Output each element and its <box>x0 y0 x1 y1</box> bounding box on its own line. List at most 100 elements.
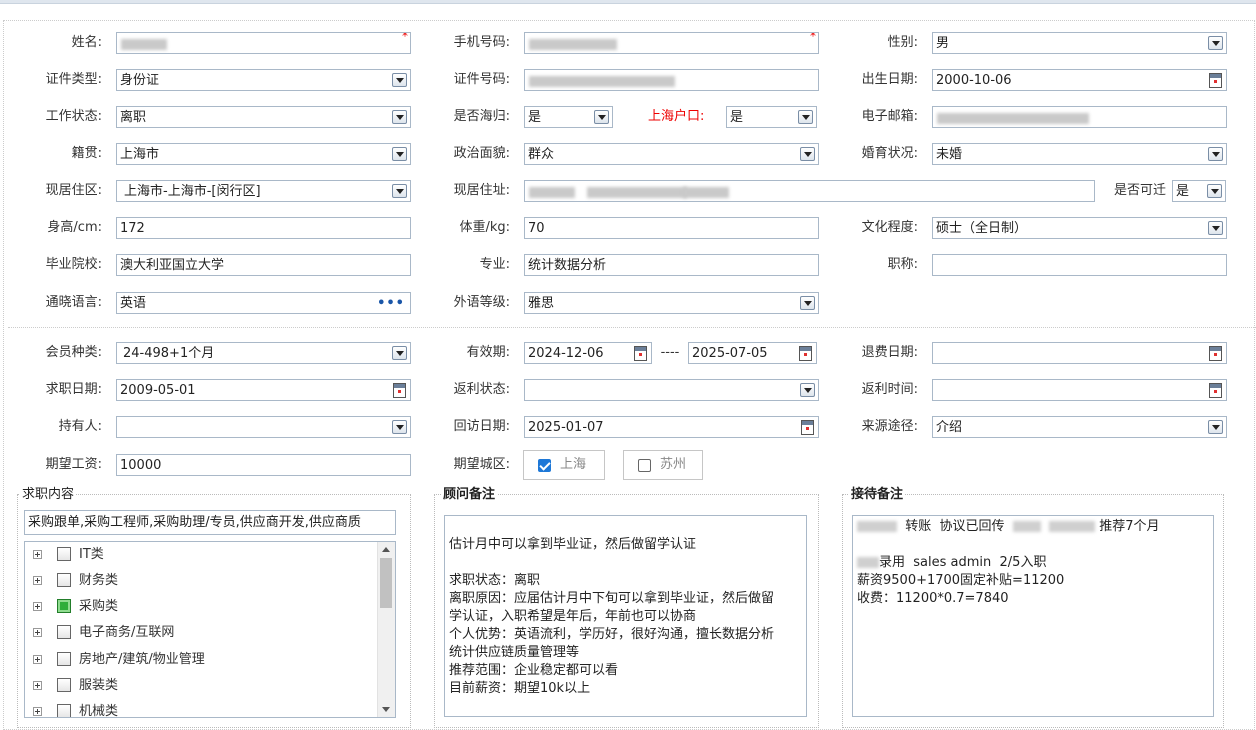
chevron-down-icon[interactable] <box>392 346 407 360</box>
tree-item[interactable]: 服装类 <box>25 673 377 699</box>
gender-select[interactable]: 男 <box>932 32 1227 54</box>
title-field[interactable] <box>932 254 1227 276</box>
chevron-down-icon[interactable] <box>392 420 407 434</box>
membership-label: 会员种类: <box>45 345 102 360</box>
more-options-icon[interactable]: ••• <box>377 293 405 313</box>
hukou-select[interactable]: 是 <box>726 106 817 128</box>
scroll-up-icon[interactable] <box>382 547 390 552</box>
chevron-down-icon[interactable] <box>1208 420 1223 434</box>
scroll-down-icon[interactable] <box>382 707 390 712</box>
returnee-select[interactable]: 是 <box>524 106 613 128</box>
chevron-down-icon[interactable] <box>800 147 815 161</box>
rebate-status-select[interactable] <box>524 379 819 401</box>
valid-from-field[interactable]: 2024-12-06 <box>524 342 652 364</box>
marital-select[interactable]: 未婚 <box>932 143 1227 165</box>
calendar-icon[interactable] <box>801 420 814 435</box>
email-field[interactable] <box>932 106 1227 128</box>
job-summary-field[interactable]: 采购跟单,采购工程师,采购助理/专员,供应商开发,供应商质 <box>24 510 396 535</box>
expand-icon[interactable] <box>33 550 42 559</box>
chevron-down-icon[interactable] <box>1208 147 1223 161</box>
calendar-icon[interactable] <box>799 346 812 361</box>
phone-field[interactable]: * <box>524 32 819 54</box>
rebate-time-field[interactable] <box>932 379 1227 401</box>
height-label: 身高/cm: <box>47 220 102 235</box>
chevron-down-icon[interactable] <box>392 110 407 124</box>
education-select[interactable]: 硕士（全日制） <box>932 217 1227 239</box>
chevron-down-icon[interactable] <box>800 383 815 397</box>
checkbox-unchecked-icon[interactable] <box>57 573 71 587</box>
redacted-text <box>529 187 575 198</box>
source-select[interactable]: 介绍 <box>932 416 1227 438</box>
address-field[interactable] <box>524 180 1095 202</box>
calendar-icon[interactable] <box>1209 346 1222 361</box>
calendar-icon[interactable] <box>634 346 647 361</box>
checkbox-unchecked-icon[interactable] <box>57 652 71 666</box>
expand-icon[interactable] <box>33 576 42 585</box>
scroll-thumb[interactable] <box>380 558 392 608</box>
expand-icon[interactable] <box>33 602 42 611</box>
name-field[interactable]: * <box>116 32 411 54</box>
chevron-down-icon[interactable] <box>392 73 407 87</box>
idtype-select[interactable]: 身份证 <box>116 69 411 91</box>
checkbox-unchecked-icon[interactable] <box>638 459 651 472</box>
checkbox-unchecked-icon[interactable] <box>57 704 71 717</box>
political-select[interactable]: 群众 <box>524 143 819 165</box>
native-select[interactable]: 上海市 <box>116 143 411 165</box>
chevron-down-icon[interactable] <box>392 147 407 161</box>
calendar-icon[interactable] <box>1209 383 1222 398</box>
tree-item[interactable]: 采购类 <box>25 594 377 620</box>
refund-date-field[interactable] <box>932 342 1227 364</box>
school-field[interactable]: 澳大利亚国立大学 <box>116 254 411 276</box>
checkbox-checked-icon[interactable] <box>57 599 71 613</box>
revisit-date-field[interactable]: 2025-01-07 <box>524 416 819 438</box>
chevron-down-icon[interactable] <box>800 296 815 310</box>
salary-label: 期望工资: <box>45 457 102 472</box>
expand-icon[interactable] <box>33 655 42 664</box>
birth-date-field[interactable]: 2000-10-06 <box>932 69 1227 91</box>
returnee-value: 是 <box>528 110 542 125</box>
level-select[interactable]: 雅思 <box>524 292 819 314</box>
language-field[interactable]: 英语 ••• <box>116 292 411 314</box>
redacted-text <box>1012 521 1041 532</box>
chevron-down-icon[interactable] <box>594 110 609 124</box>
tree-item[interactable]: 财务类 <box>25 568 377 594</box>
residence-select[interactable]: 上海市-上海市-[闵行区] <box>116 180 411 202</box>
checkbox-unchecked-icon[interactable] <box>57 625 71 639</box>
tree-scrollbar[interactable] <box>377 542 395 717</box>
expand-icon[interactable] <box>33 628 42 637</box>
city-option-shanghai[interactable]: 上海 <box>523 450 605 480</box>
weight-field[interactable]: 70 <box>524 217 819 239</box>
holder-select[interactable] <box>116 416 411 438</box>
salary-field[interactable]: 10000 <box>116 454 411 476</box>
expand-icon[interactable] <box>33 681 42 690</box>
reception-notes-textarea[interactable]: 转账 协议已回传 推荐7个月 录用 sales admin 2/5入职 薪资9500… <box>852 515 1214 717</box>
job-summary-value: 采购跟单,采购工程师,采购助理/专员,供应商开发,供应商质 <box>28 515 361 530</box>
idno-field[interactable] <box>524 69 819 91</box>
tree-item[interactable]: IT类 <box>25 542 377 568</box>
valid-to-field[interactable]: 2025-07-05 <box>688 342 817 364</box>
checkbox-unchecked-icon[interactable] <box>57 678 71 692</box>
height-field[interactable]: 172 <box>116 217 411 239</box>
chevron-down-icon[interactable] <box>1208 36 1223 50</box>
tree-item[interactable]: 房地产/建筑/物业管理 <box>25 647 377 673</box>
chevron-down-icon[interactable] <box>1208 221 1223 235</box>
tree-item[interactable]: 电子商务/互联网 <box>25 620 377 646</box>
relocate-select[interactable]: 是 <box>1172 180 1226 202</box>
city-option-suzhou[interactable]: 苏州 <box>623 450 703 480</box>
note-line: 求职状态：离职 <box>449 573 541 588</box>
advisor-notes-textarea[interactable]: 估计月中可以拿到毕业证，然后做留学认证 求职状态：离职 离职原因：应届估计月中下旬可… <box>444 515 807 717</box>
membership-select[interactable]: 24-498+1个月 <box>116 342 411 364</box>
chevron-down-icon[interactable] <box>392 184 407 198</box>
tree-item[interactable]: 机械类 <box>25 699 377 717</box>
major-field[interactable]: 统计数据分析 <box>524 254 819 276</box>
calendar-icon[interactable] <box>393 383 406 398</box>
jobdate-field[interactable]: 2009-05-01 <box>116 379 411 401</box>
checkbox-unchecked-icon[interactable] <box>57 547 71 561</box>
calendar-icon[interactable] <box>1209 73 1222 88</box>
workstatus-value: 离职 <box>120 110 147 125</box>
workstatus-select[interactable]: 离职 <box>116 106 411 128</box>
chevron-down-icon[interactable] <box>1207 184 1222 198</box>
chevron-down-icon[interactable] <box>798 110 813 124</box>
checkbox-checked-icon[interactable] <box>538 459 551 472</box>
expand-icon[interactable] <box>33 707 42 716</box>
